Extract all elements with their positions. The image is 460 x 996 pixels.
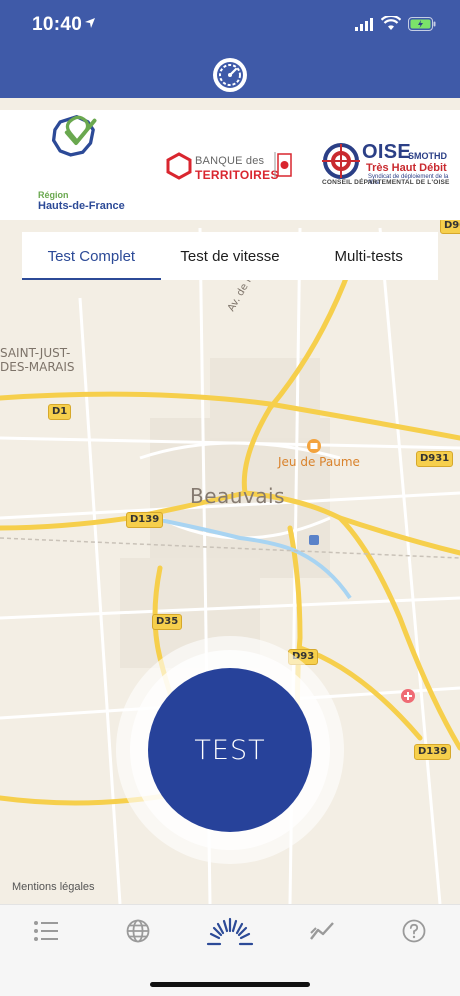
nav-stats[interactable] [306, 917, 338, 945]
legal-mentions-link[interactable]: Mentions légales [12, 881, 95, 893]
nav-speedtest[interactable] [206, 917, 254, 946]
hospital-marker-icon [401, 689, 415, 703]
road-sign-d35: D35 [152, 614, 183, 630]
status-bar: 10:40 [0, 0, 460, 50]
battery-icon [408, 17, 436, 31]
road-sign-d139-east: D139 [414, 744, 452, 760]
tab-multi-tests[interactable]: Multi-tests [299, 232, 438, 280]
speedometer-icon [206, 917, 254, 946]
map-poi-label: Jeu de Paume [278, 455, 360, 469]
oise-logo-icon [322, 143, 360, 179]
region-label: Région [38, 190, 69, 200]
oise-acronym: SMOTHD [408, 151, 447, 161]
road-sign-d1: D1 [48, 404, 72, 420]
location-arrow-icon [85, 18, 95, 28]
test-mode-tabs: Test Complet Test de vitesse Multi-tests [22, 232, 438, 280]
status-time: 10:40 [32, 14, 83, 35]
app-logo-icon [213, 58, 247, 92]
road-sign-d139: D139 [126, 512, 164, 528]
oise-title: OISE [362, 141, 411, 163]
chart-icon [310, 922, 334, 940]
road-sign-d90: D90 [440, 218, 460, 234]
tab-test-de-vitesse[interactable]: Test de vitesse [161, 232, 300, 280]
oise-subtitle: Très Haut Débit [366, 162, 447, 174]
map-city-label: Beauvais [190, 484, 286, 508]
road-sign-d931: D931 [416, 451, 454, 467]
nav-help[interactable] [398, 917, 430, 945]
signal-icon [355, 18, 373, 31]
help-icon [402, 919, 426, 943]
nav-history[interactable] [30, 917, 62, 945]
banque-territoires-logo-icon [166, 152, 192, 180]
map-locality-label: SAINT-JUST- DES-MARAIS [0, 346, 75, 374]
app-header: 10:40 [0, 0, 460, 98]
oise-council: CONSEIL DÉPARTEMENTAL DE L'OISE [322, 179, 450, 186]
banque-line2: TERRITOIRES [195, 168, 279, 182]
poi-marker-icon [307, 439, 321, 453]
region-logo-icon [51, 114, 97, 157]
tab-test-complet[interactable]: Test Complet [22, 232, 161, 280]
list-icon [34, 921, 58, 941]
home-indicator [150, 982, 310, 987]
caisse-depots-icon [274, 152, 292, 178]
banque-line1: BANQUE des [195, 155, 265, 167]
start-test-button[interactable]: TEST [148, 668, 312, 832]
train-station-icon [309, 535, 319, 545]
wifi-icon [381, 16, 401, 30]
globe-icon [126, 919, 150, 943]
region-name: Hauts-de-France [38, 200, 125, 212]
nav-map[interactable] [122, 917, 154, 945]
